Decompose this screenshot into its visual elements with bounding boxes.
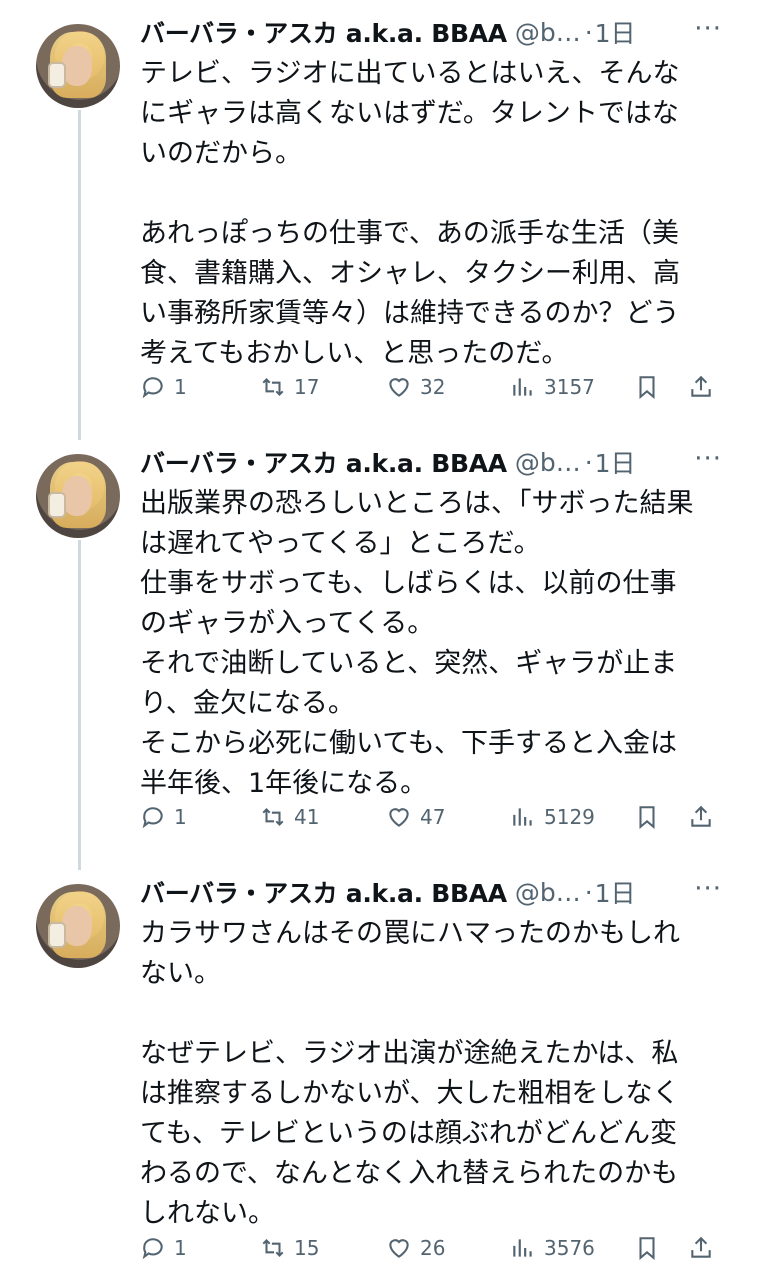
retweet-button[interactable]: 17 — [260, 369, 319, 405]
author-name[interactable]: バーバラ・アスカ a.k.a. BBAA — [140, 14, 507, 50]
share-icon — [691, 375, 711, 397]
share-icon — [691, 1236, 711, 1258]
reply-icon — [142, 377, 163, 399]
tweet[interactable]: バーバラ・アスカ a.k.a. BBAA @b… · 1日 ··· テレビ、ラジ… — [0, 14, 758, 424]
tweet-header: バーバラ・アスカ a.k.a. BBAA @b… · 1日 — [140, 874, 740, 910]
tweet-header: バーバラ・アスカ a.k.a. BBAA @b… · 1日 — [140, 444, 740, 480]
tweet-paragraph: ​ — [140, 994, 700, 1034]
tweet-text: カラサワさんはその罠にハマったのかもしれない。 ​ なぜテレビ、ラジオ出演が途絶… — [140, 914, 700, 1234]
views-button[interactable]: 3157 — [510, 369, 595, 405]
tweet-text: 出版業界の恐ろしいところは、「サボった結果は遅れてやってくる」ところだ。 仕事を… — [140, 484, 700, 804]
tweet-paragraph: ​ — [140, 174, 700, 214]
tweet-text: テレビ、ラジオに出ているとはいえ、そんなにギャラは高くないはずだ。タレントではな… — [140, 54, 700, 374]
more-options-icon[interactable]: ··· — [694, 14, 722, 44]
reply-icon — [142, 807, 163, 829]
like-icon — [389, 378, 409, 397]
like-button[interactable]: 32 — [386, 369, 445, 405]
retweet-count: 15 — [294, 1236, 320, 1260]
bookmark-button[interactable] — [634, 799, 660, 835]
more-options-icon[interactable]: ··· — [694, 444, 722, 474]
retweet-icon — [262, 377, 284, 397]
views-count: 5129 — [544, 805, 595, 829]
retweet-icon — [262, 807, 284, 827]
author-handle[interactable]: @b… — [515, 878, 581, 907]
like-icon — [389, 808, 409, 827]
avatar[interactable] — [36, 24, 120, 108]
views-icon — [513, 378, 532, 396]
bookmark-button[interactable] — [634, 369, 660, 405]
author-name[interactable]: バーバラ・アスカ a.k.a. BBAA — [140, 874, 507, 910]
bookmark-icon — [639, 376, 655, 399]
separator: · — [584, 877, 593, 907]
reply-button[interactable]: 1 — [140, 1230, 187, 1266]
views-count: 3157 — [544, 375, 595, 399]
tweet-paragraph: あれっぽっちの仕事で、あの派手な生活（美食、書籍購入、オシャレ、タクシー利用、高… — [140, 218, 680, 369]
tweet[interactable]: バーバラ・アスカ a.k.a. BBAA @b… · 1日 ··· 出版業界の恐… — [0, 444, 758, 854]
reply-count: 1 — [174, 1236, 187, 1260]
share-icon — [691, 805, 711, 827]
reply-count: 1 — [174, 805, 187, 829]
reply-count: 1 — [174, 375, 187, 399]
avatar[interactable] — [36, 454, 120, 538]
like-button[interactable]: 26 — [386, 1230, 445, 1266]
reply-button[interactable]: 1 — [140, 369, 187, 405]
avatar[interactable] — [36, 884, 120, 968]
timestamp[interactable]: 1日 — [595, 14, 636, 50]
reply-button[interactable]: 1 — [140, 799, 187, 835]
retweet-icon — [262, 1238, 284, 1258]
tweet-paragraph: それで油断していると、突然、ギャラが止まり、金欠になる。 — [140, 648, 678, 719]
timestamp[interactable]: 1日 — [595, 874, 636, 910]
share-button[interactable] — [688, 799, 714, 835]
bookmark-icon — [639, 1237, 655, 1260]
retweet-count: 17 — [294, 375, 320, 399]
tweet-actions: 1 41 47 5129 — [140, 799, 720, 835]
tweet-paragraph: カラサワさんはその罠にハマったのかもしれない。 — [140, 918, 680, 989]
tweet-actions: 1 17 32 3157 — [140, 369, 720, 405]
retweet-button[interactable]: 15 — [260, 1230, 319, 1266]
views-icon — [513, 1239, 532, 1257]
tweet-paragraph: そこから必死に働いても、下手すると入金は半年後、1年後になる。 — [140, 728, 678, 799]
author-handle[interactable]: @b… — [515, 18, 581, 47]
like-count: 32 — [420, 375, 446, 399]
like-icon — [389, 1239, 409, 1258]
like-button[interactable]: 47 — [386, 799, 445, 835]
tweet-paragraph: 仕事をサボっても、しばらくは、以前の仕事のギャラが入ってくる。 — [140, 568, 677, 639]
more-options-icon[interactable]: ··· — [694, 874, 722, 904]
author-handle[interactable]: @b… — [515, 448, 581, 477]
tweet-paragraph: テレビ、ラジオに出ているとはいえ、そんなにギャラは高くないはずだ。タレントではな… — [140, 58, 680, 169]
like-count: 47 — [420, 805, 446, 829]
views-button[interactable]: 5129 — [510, 799, 595, 835]
views-button[interactable]: 3576 — [510, 1230, 595, 1266]
tweet[interactable]: バーバラ・アスカ a.k.a. BBAA @b… · 1日 ··· カラサワさん… — [0, 874, 758, 1274]
bookmark-icon — [639, 806, 655, 829]
tweet-header: バーバラ・アスカ a.k.a. BBAA @b… · 1日 — [140, 14, 740, 50]
share-button[interactable] — [688, 1230, 714, 1266]
separator: · — [584, 17, 593, 47]
reply-icon — [142, 1238, 163, 1260]
views-count: 3576 — [544, 1236, 595, 1260]
separator: · — [584, 447, 593, 477]
tweet-actions: 1 15 26 3576 — [140, 1230, 720, 1266]
retweet-count: 41 — [294, 805, 320, 829]
retweet-button[interactable]: 41 — [260, 799, 319, 835]
tweet-paragraph: 出版業界の恐ろしいところは、「サボった結果は遅れてやってくる」ところだ。 — [140, 488, 694, 559]
bookmark-button[interactable] — [634, 1230, 660, 1266]
like-count: 26 — [420, 1236, 446, 1260]
timestamp[interactable]: 1日 — [595, 444, 636, 480]
share-button[interactable] — [688, 369, 714, 405]
views-icon — [513, 808, 532, 826]
author-name[interactable]: バーバラ・アスカ a.k.a. BBAA — [140, 444, 507, 480]
tweet-paragraph: なぜテレビ、ラジオ出演が途絶えたかは、私は推察するしかないが、大した粗相をしなく… — [140, 1038, 680, 1229]
